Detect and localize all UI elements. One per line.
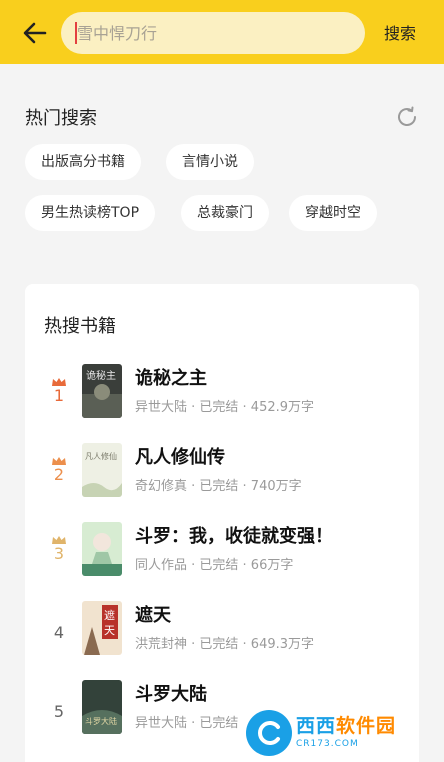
rank-number: 3: [53, 544, 65, 563]
book-cover: 遮 天: [82, 601, 122, 655]
svg-text:斗罗大陆: 斗罗大陆: [85, 716, 117, 726]
crown-icon: [52, 536, 66, 544]
book-meta: 洪荒封神 · 已完结 · 649.3万字: [135, 637, 315, 652]
rank-number: 2: [53, 465, 65, 484]
book-meta: 异世大陆 · 已完结 · 452.9万字: [135, 400, 315, 415]
book-meta: 奇幻修真 · 已完结 · 740万字: [135, 479, 302, 494]
svg-text:天: 天: [104, 624, 115, 637]
watermark-title-b: 软件园: [336, 715, 397, 737]
hot-tag[interactable]: 言情小说: [166, 144, 254, 180]
search-input[interactable]: [77, 12, 357, 54]
search-box[interactable]: [61, 12, 365, 54]
book-cover: 凡人修仙: [82, 443, 122, 497]
top-bar: 搜索: [0, 0, 444, 64]
watermark-logo-icon: [246, 710, 292, 756]
book-title: 斗罗大陆: [135, 684, 207, 705]
svg-text:凡人修仙: 凡人修仙: [85, 451, 117, 461]
rank-number: 5: [53, 702, 65, 721]
book-item[interactable]: 2 凡人修仙 凡人修仙传 奇幻修真 · 已完结 · 740万字: [25, 443, 419, 505]
watermark-text: 西西软件园 CR173.COM: [296, 717, 396, 749]
hot-tag[interactable]: 总裁豪门: [181, 195, 269, 231]
crown-icon: [52, 378, 66, 386]
book-title: 遮天: [135, 605, 171, 626]
crown-icon: [52, 457, 66, 465]
book-title: 斗罗：我，收徒就变强！: [135, 526, 333, 547]
hot-tag[interactable]: 男生热读榜TOP: [25, 195, 156, 231]
book-item[interactable]: 4 遮 天 遮天 洪荒封神 · 已完结 · 649.3万字: [25, 601, 419, 663]
watermark-domain: CR173.COM: [296, 739, 359, 749]
hot-books-card: 热搜书籍 1 诡秘主 诡秘之主 异世大陆 · 已完结 · 452.9万字 2 凡…: [25, 284, 419, 762]
hot-search-title: 热门搜索: [25, 108, 97, 129]
book-cover: [82, 522, 122, 576]
hot-tag[interactable]: 出版高分书籍: [25, 144, 141, 180]
site-watermark: 西西软件园 CR173.COM: [246, 710, 436, 756]
svg-text:诡秘主: 诡秘主: [86, 369, 116, 382]
search-button[interactable]: 搜索: [384, 20, 416, 44]
book-meta: 异世大陆 · 已完结: [135, 716, 239, 731]
back-button[interactable]: [18, 18, 52, 48]
book-cover: 诡秘主: [82, 364, 122, 418]
book-title: 凡人修仙传: [135, 447, 225, 468]
svg-text:遮: 遮: [104, 608, 115, 622]
hot-tag[interactable]: 穿越时空: [289, 195, 377, 231]
book-meta: 同人作品 · 已完结 · 66万字: [135, 558, 294, 573]
refresh-icon[interactable]: [395, 105, 419, 129]
hot-books-title: 热搜书籍: [44, 316, 116, 337]
rank-number: 1: [53, 386, 65, 405]
arrow-left-icon: [23, 22, 47, 44]
watermark-title: 西西软件园: [296, 717, 396, 736]
watermark-title-a: 西西: [296, 715, 337, 737]
book-item[interactable]: 1 诡秘主 诡秘之主 异世大陆 · 已完结 · 452.9万字: [25, 364, 419, 426]
book-cover: 斗罗大陆: [82, 680, 122, 734]
book-title: 诡秘之主: [135, 368, 207, 389]
book-item[interactable]: 3 斗罗：我，收徒就变强！ 同人作品 · 已完结 · 66万字: [25, 522, 419, 584]
rank-number: 4: [53, 623, 65, 642]
